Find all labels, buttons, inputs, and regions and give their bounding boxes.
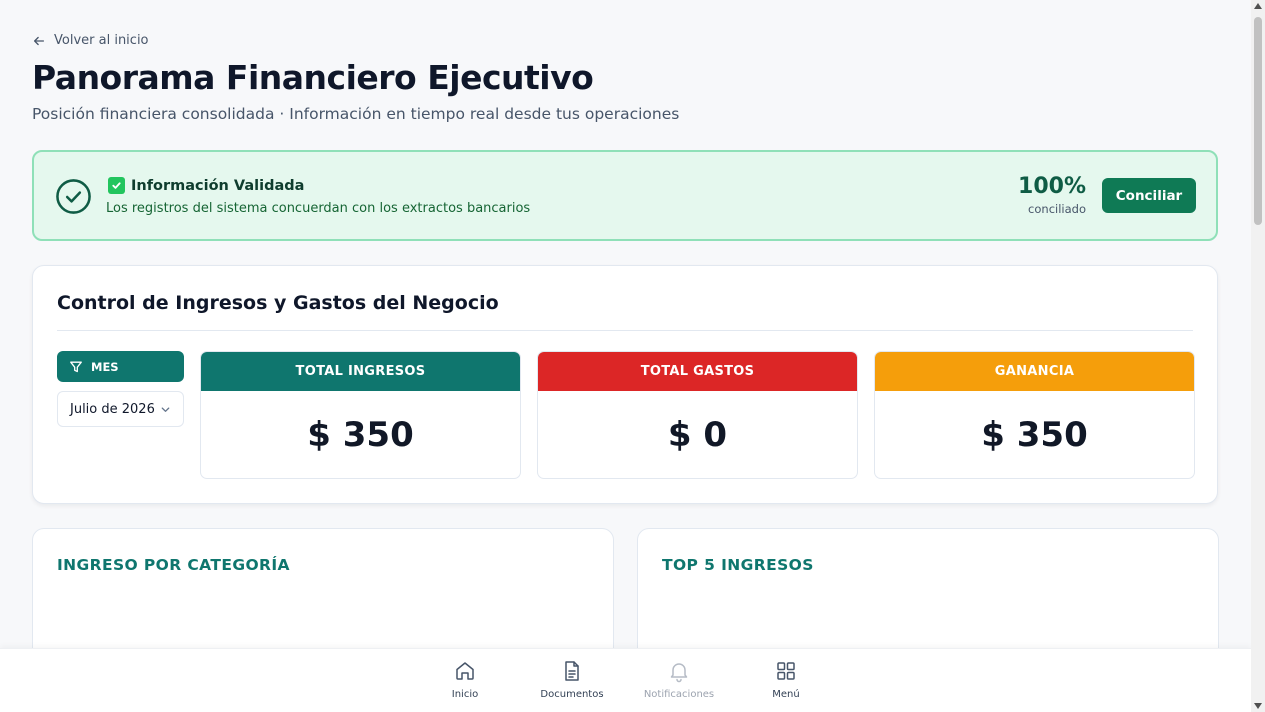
reconciled-percent-value: 100%: [1018, 174, 1086, 199]
total-income-value: $ 350: [307, 415, 414, 455]
conciliar-button[interactable]: Conciliar: [1102, 178, 1196, 213]
total-income-label: TOTAL INGRESOS: [201, 352, 520, 391]
month-filter-button[interactable]: MES: [57, 351, 184, 382]
top-5-income-title: TOP 5 INGRESOS: [662, 556, 814, 574]
page-title: Panorama Financiero Ejecutivo: [32, 58, 594, 97]
check-circle-icon: [56, 179, 91, 214]
nav-label-notificaciones: Notificaciones: [643, 689, 715, 700]
total-expenses-value: $ 0: [667, 415, 728, 455]
vertical-scrollbar[interactable]: [1251, 0, 1265, 712]
scrollbar-thumb[interactable]: [1254, 17, 1262, 225]
home-icon: [456, 662, 474, 680]
reconciled-percent: 100% conciliado: [1018, 174, 1086, 216]
month-select[interactable]: Julio de 2026: [57, 391, 184, 427]
profit-value: $ 350: [981, 415, 1088, 455]
income-by-category-title: INGRESO POR CATEGORÍA: [57, 556, 290, 574]
nav-item-inicio[interactable]: Inicio: [420, 659, 510, 700]
arrow-left-icon: [33, 36, 45, 45]
bell-icon: [670, 663, 688, 683]
total-expenses-card: TOTAL GASTOS $ 0: [537, 351, 858, 479]
validation-title: Información Validada: [131, 177, 305, 194]
profit-label: GANANCIA: [875, 352, 1194, 391]
back-link-label: Volver al inicio: [54, 33, 149, 48]
card-divider: [57, 330, 1193, 331]
nav-label-menu: Menú: [772, 689, 800, 700]
validation-description: Los registros del sistema concuerdan con…: [106, 201, 531, 216]
grid-icon: [777, 662, 795, 680]
bottom-nav: Inicio Documentos Notificaciones Menú: [0, 648, 1251, 712]
page-subtitle: Posición financiera consolidada · Inform…: [32, 105, 680, 123]
filter-icon: [70, 361, 82, 372]
month-select-value: Julio de 2026: [70, 401, 155, 417]
month-filter-label: MES: [91, 359, 119, 374]
card-title: Control de Ingresos y Gastos del Negocio: [57, 292, 499, 314]
nav-label-documentos: Documentos: [540, 689, 604, 700]
back-link[interactable]: Volver al inicio: [32, 33, 149, 48]
scroll-up-icon[interactable]: [1254, 3, 1262, 9]
profit-card: GANANCIA $ 350: [874, 351, 1195, 479]
validation-title-row: Información Validada: [108, 177, 304, 194]
income-expense-card: Control de Ingresos y Gastos del Negocio…: [32, 265, 1218, 504]
chevron-down-icon: [160, 404, 171, 415]
total-income-card: TOTAL INGRESOS $ 350: [200, 351, 521, 479]
nav-item-documentos[interactable]: Documentos: [527, 659, 617, 700]
document-icon: [565, 661, 579, 681]
nav-label-inicio: Inicio: [451, 689, 479, 700]
validation-banner: Información Validada Los registros del s…: [32, 150, 1218, 241]
nav-item-menu[interactable]: Menú: [741, 659, 831, 700]
reconciled-percent-label: conciliado: [1028, 202, 1086, 216]
nav-item-notificaciones[interactable]: Notificaciones: [634, 659, 724, 700]
checkbox-checked-icon: [108, 177, 125, 194]
scroll-down-icon[interactable]: [1254, 703, 1262, 709]
total-expenses-label: TOTAL GASTOS: [538, 352, 857, 391]
